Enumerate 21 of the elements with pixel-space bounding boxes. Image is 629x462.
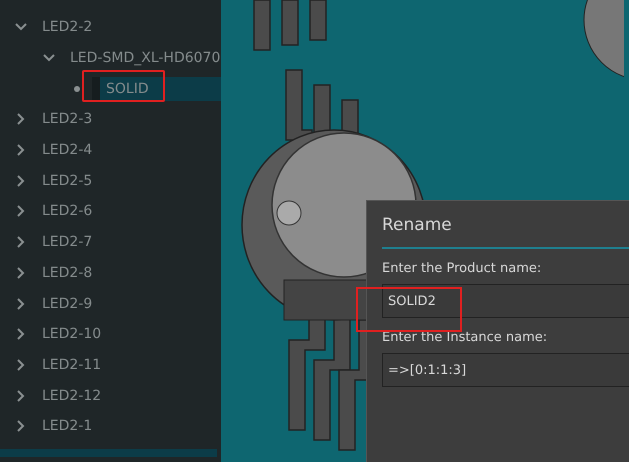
input-field[interactable]: =>[0:1:1:3] [382, 353, 629, 387]
field-label: Enter the Product name: [382, 261, 542, 276]
tree-item[interactable]: LED2-2 [36, 15, 98, 40]
tree-item[interactable]: LED2-3 [36, 107, 98, 132]
tree-item[interactable]: LED2-7 [36, 230, 98, 254]
tree-item[interactable]: LED2-9 [36, 292, 98, 316]
tree-item[interactable]: LED2-5 [36, 168, 98, 193]
tree-item[interactable]: LED2-1 [36, 414, 98, 438]
tree-item[interactable]: LED2-8 [36, 260, 98, 285]
input-field[interactable]: SOLID2 [382, 284, 629, 318]
dialog-title: Rename [382, 215, 453, 237]
tree-item[interactable]: LED2-6 [36, 199, 98, 224]
field-label: Enter the Instance name: [382, 330, 548, 345]
tree-item[interactable]: SOLID [92, 76, 221, 101]
tree-item[interactable]: LED2-12 [36, 384, 108, 408]
tree-item[interactable]: LED2-10 [36, 322, 108, 346]
tree-item[interactable]: LED2-11 [36, 352, 108, 377]
tree-item[interactable]: LED2-4 [36, 138, 98, 162]
scrollbar[interactable] [0, 449, 217, 457]
bullet-icon [74, 86, 80, 92]
tree-item[interactable]: LED-SMD_XL-HD6070 [64, 46, 226, 70]
